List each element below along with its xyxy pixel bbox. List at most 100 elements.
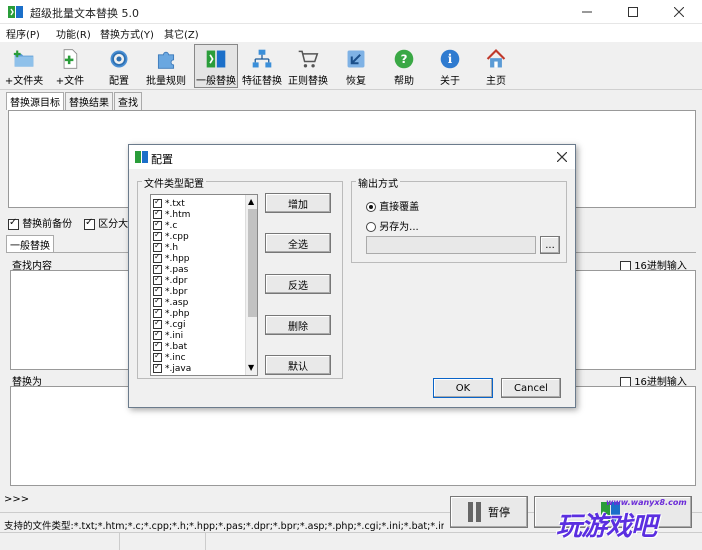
menu-function[interactable]: 功能(R) [56,26,91,41]
filetype-label: *.txt [165,198,185,209]
add-file-button[interactable]: +文件 [50,44,90,88]
save-as-path-input[interactable] [366,236,536,254]
about-button[interactable]: i 关于 [430,44,470,88]
save-as-option[interactable]: 另存为... [366,218,419,233]
help-button[interactable]: ? 帮助 [384,44,424,88]
save-as-radio[interactable] [366,222,376,232]
menu-program[interactable]: 程序(P) [6,26,40,41]
browse-button[interactable]: ... [540,236,560,254]
default-button[interactable]: 默认 [265,355,331,375]
filetype-checkbox[interactable] [153,274,162,285]
restore-button[interactable]: 恢复 [336,44,376,88]
filetype-checkbox[interactable] [153,208,162,219]
scroll-down-icon[interactable]: ▼ [248,363,254,372]
tab-find[interactable]: 查找 [114,92,142,110]
filetype-item[interactable]: *.ini [153,329,243,341]
regex-replace-button[interactable]: 正则替换 [286,44,330,88]
select-all-button[interactable]: 全选 [265,233,331,253]
help-label: 帮助 [394,76,414,87]
home-icon [486,49,506,68]
filetype-item[interactable]: *.cpp [153,230,243,242]
filetype-item[interactable]: *.txt [153,197,243,209]
filetype-checkbox[interactable] [153,285,162,296]
add-folder-label: +文件夹 [4,76,44,87]
filetype-checkbox[interactable] [153,329,162,340]
feature-replace-button[interactable]: 特征替换 [240,44,284,88]
filetype-item[interactable]: *.dpr [153,274,243,286]
filetype-checkbox[interactable] [153,362,162,373]
filetype-checkbox[interactable] [153,197,162,208]
filetype-item[interactable]: *.inc [153,351,243,363]
backup-checkbox[interactable] [8,217,19,230]
filetype-item[interactable]: *.bpr [153,285,243,297]
cancel-button[interactable]: Cancel [501,378,561,398]
filetype-checkbox[interactable] [153,318,162,329]
filetype-item[interactable]: *.bat [153,340,243,352]
dialog-close-icon[interactable] [557,152,567,162]
filetype-checkbox[interactable] [153,351,162,362]
filetype-group-label: 文件类型配置 [142,175,206,190]
folder-add-icon [13,50,34,67]
tab-source[interactable]: 替换源目标 [6,92,64,110]
ok-button[interactable]: OK [433,378,493,398]
filetype-checkbox[interactable] [153,241,162,252]
tab-result[interactable]: 替换结果 [65,92,113,110]
filetype-scrollbar[interactable]: ▲ ▼ [245,195,257,375]
filetype-label: *.htm [165,209,191,220]
normal-replace-button[interactable]: 一般替换 [194,44,238,88]
backup-option[interactable]: 替换前备份 [8,215,72,230]
filetype-label: *.c [165,220,178,231]
delete-type-button[interactable]: 删除 [265,315,331,335]
filetype-item[interactable]: *.hpp [153,252,243,264]
invert-button[interactable]: 反选 [265,274,331,294]
filetype-item[interactable]: *.h [153,241,243,253]
filetype-checkbox[interactable] [153,340,162,351]
filetype-checkbox[interactable] [153,263,162,274]
filetype-checkbox[interactable] [153,230,162,241]
filetype-item[interactable]: *.cgi [153,318,243,330]
status-text: 支持的文件类型:*.txt;*.htm;*.c;*.cpp;*.h;*.hpp;… [4,521,444,532]
pause-label: 暂停 [488,506,510,519]
output-group-label: 输出方式 [356,175,400,190]
homepage-button[interactable]: 主页 [476,44,516,88]
scroll-up-icon[interactable]: ▲ [248,197,254,206]
filetype-label: *.asp [165,297,189,308]
scroll-thumb[interactable] [248,209,257,317]
filetype-item[interactable]: *.pas [153,263,243,275]
menu-replace-mode[interactable]: 替换方式(Y) [100,26,154,41]
filetype-label: *.bpr [165,286,188,297]
cart-icon [298,50,319,68]
maximize-button[interactable] [610,0,656,24]
filetype-list[interactable]: *.txt*.htm*.c*.cpp*.h*.hpp*.pas*.dpr*.bp… [150,194,258,376]
add-type-button[interactable]: 增加 [265,193,331,213]
case-checkbox[interactable] [84,217,95,230]
toolbar: +文件夹 +文件 配置 批量规则 一般替换 特征替换 正则替换 恢复 ? 帮助 … [0,42,702,90]
case-option[interactable]: 区分大小写 [84,215,128,230]
menu-other[interactable]: 其它(Z) [164,26,199,41]
filetype-checkbox[interactable] [153,219,162,230]
pause-icon [468,502,481,522]
pause-button[interactable]: 暂停 [450,496,528,528]
normal-replace-label: 一般替换 [196,76,236,87]
log-prompt: >>> [4,494,30,505]
tab-normal-replace[interactable]: 一般替换 [6,235,54,253]
filetype-label: *.ini [165,330,184,341]
filetype-checkbox[interactable] [153,307,162,318]
config-button[interactable]: 配置 [98,44,140,88]
close-button[interactable] [656,0,702,24]
minimize-button[interactable] [564,0,610,24]
filetype-item[interactable]: *.asp [153,296,243,308]
filetype-item[interactable]: *.c [153,219,243,231]
case-label: 区分大小写 [98,219,128,230]
filetype-checkbox[interactable] [153,296,162,307]
add-folder-button[interactable]: +文件夹 [4,44,44,88]
overwrite-radio[interactable] [366,202,376,212]
puzzle-icon [157,51,175,69]
filetype-item[interactable]: *.htm [153,208,243,220]
filetype-item[interactable]: *.php [153,307,243,319]
overwrite-option[interactable]: 直接覆盖 [366,198,419,213]
filetype-item[interactable]: *.java [153,362,243,374]
batch-rules-button[interactable]: 批量规则 [144,44,188,88]
filetype-checkbox[interactable] [153,252,162,263]
watermark-logo: www.wanyx8.com 玩游戏吧 [548,498,698,542]
